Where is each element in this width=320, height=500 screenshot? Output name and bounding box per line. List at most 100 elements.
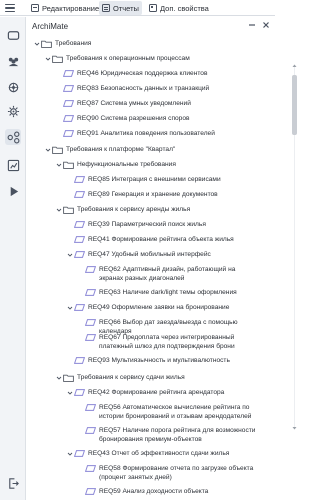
chevron-down-icon[interactable] — [66, 250, 74, 259]
tree-item-label: REQ46 Юридическая поддержка клиентов — [77, 70, 208, 77]
chart-edit-icon[interactable] — [5, 157, 21, 173]
requirement-icon — [63, 100, 74, 107]
tree-folder-item[interactable]: Требования к сервису аренды жилья — [27, 205, 269, 214]
folder-icon — [63, 374, 74, 382]
settings-icon[interactable] — [5, 103, 21, 119]
layers-icon[interactable] — [5, 79, 21, 95]
tree-item-label: REQ67 Предоплата через интегрированный п… — [99, 334, 235, 350]
tree-requirement-item[interactable]: REQ87 Система умных уведомлений — [27, 99, 269, 108]
tree-item-label: REQ91 Аналитика поведения пользователей — [77, 130, 215, 137]
requirement-icon — [74, 251, 85, 258]
tree-requirement-item[interactable]: REQ57 Наличие порога рейтинга для возмож… — [27, 426, 269, 444]
folder-icon — [52, 55, 63, 63]
tree-requirement-item[interactable]: REQ46 Юридическая поддержка клиентов — [27, 69, 269, 78]
tree-folder-item[interactable]: Требования к сервису сдачи жилья — [27, 373, 269, 382]
tree-requirement-item[interactable]: REQ93 Мультиязычность и мультивалютность — [27, 356, 269, 365]
additional-properties-button[interactable]: Доп. свойства — [146, 1, 212, 15]
tree-requirement-item[interactable]: REQ43 Отчет об эффективности сдачи жилья — [27, 449, 269, 458]
tree-requirement-item[interactable]: REQ62 Адаптивный дизайн, работающий на э… — [27, 265, 269, 283]
chevron-down-icon[interactable] — [66, 388, 74, 397]
tree-folder-item[interactable]: Требования к операционным процессам — [27, 54, 269, 63]
tree-requirement-item[interactable]: REQ41 Формирование рейтинга объекта жиль… — [27, 235, 269, 244]
tree-folder-item[interactable]: Нефункциональные требования — [27, 160, 269, 169]
tree-requirement-item[interactable]: REQ59 Анализ доходности объекта — [27, 487, 269, 496]
tree-requirement-item[interactable]: REQ56 Автоматическое вычисление рейтинга… — [27, 403, 269, 421]
close-panel-icon[interactable] — [261, 20, 271, 30]
tree-item-label: REQ63 Наличие dark/light темы оформления — [99, 289, 237, 296]
tree-item-label: REQ49 Оформление заявки на бронирование — [88, 304, 230, 311]
chevron-down-icon[interactable] — [66, 303, 74, 312]
tree-item-label: Нефункциональные требования — [77, 161, 176, 168]
tree-requirement-item[interactable]: REQ83 Безопасность данных и транзакций — [27, 84, 269, 93]
tree-folder-item[interactable]: Требования — [27, 39, 269, 48]
tree-folder-item[interactable]: Требования к платформе "Квартал" — [27, 145, 269, 154]
tree-item-label: REQ90 Система разрешения споров — [77, 115, 190, 122]
tree-requirement-item[interactable]: REQ47 Удобный мобильный интерфейс — [27, 250, 269, 259]
chevron-down-icon[interactable] — [33, 39, 41, 48]
reports-button[interactable]: Отчеты — [99, 1, 142, 15]
reports-icon — [102, 4, 110, 12]
tree-requirement-item[interactable]: REQ58 Формирование отчета по загрузке об… — [27, 464, 269, 482]
tree-item-label: Требования к платформе "Квартал" — [66, 146, 176, 153]
tree-requirement-item[interactable]: REQ89 Генерация и хранение документов — [27, 190, 269, 199]
tree-item-label: REQ47 Удобный мобильный интерфейс — [88, 251, 211, 258]
tree-item-label: REQ41 Формирование рейтинга объекта жиль… — [88, 236, 234, 243]
tree-requirement-item[interactable]: REQ42 Формирование рейтинга арендатора — [27, 388, 269, 397]
users-icon[interactable] — [5, 53, 21, 69]
model-tree: Требования Требования к операционным проц… — [27, 39, 269, 500]
logout-icon[interactable] — [5, 475, 21, 491]
tree-scrollbar[interactable] — [292, 64, 297, 430]
folder-icon — [63, 206, 74, 214]
requirement-icon — [74, 191, 85, 198]
tree-requirement-item[interactable]: REQ49 Оформление заявки на бронирование — [27, 303, 269, 312]
tree-item-label: REQ43 Отчет об эффективности сдачи жилья — [88, 450, 230, 457]
requirement-icon — [74, 357, 85, 364]
requirement-icon — [85, 404, 96, 411]
model-tree-icon[interactable] — [5, 129, 21, 145]
tree-requirement-item[interactable]: REQ63 Наличие dark/light темы оформления — [27, 288, 269, 297]
chevron-down-icon[interactable] — [44, 54, 52, 63]
chevron-down-icon[interactable] — [44, 145, 52, 154]
storage-icon[interactable] — [5, 27, 21, 43]
chevron-down-icon[interactable] — [55, 373, 63, 382]
requirement-icon — [85, 319, 96, 326]
edit-mode-button[interactable]: Редактирование — [28, 1, 102, 15]
collapse-panel-icon[interactable] — [247, 20, 257, 30]
chevron-down-icon[interactable] — [66, 449, 74, 458]
chevron-down-icon[interactable] — [55, 205, 63, 214]
tree-item-label: Требования к сервису сдачи жилья — [77, 374, 185, 381]
tree-requirement-item[interactable]: REQ85 Интеграция с внешними сервисами — [27, 175, 269, 184]
requirement-icon — [85, 465, 96, 472]
requirement-icon — [74, 389, 85, 396]
requirement-icon — [63, 115, 74, 122]
requirement-icon — [63, 85, 74, 92]
chevron-down-icon[interactable] — [55, 160, 63, 169]
tree-requirement-item[interactable]: REQ67 Предоплата через интегрированный п… — [27, 333, 269, 351]
requirement-icon — [74, 176, 85, 183]
hamburger-menu-icon[interactable] — [4, 2, 16, 14]
tree-requirement-item[interactable]: REQ39 Параметрический поиск жилья — [27, 220, 269, 229]
tree-item-label: Требования — [55, 40, 92, 47]
panel-title: ArchiMate — [32, 22, 69, 31]
requirement-icon — [63, 130, 74, 137]
tree-requirement-item[interactable]: REQ91 Аналитика поведения пользователей — [27, 129, 269, 138]
scrollbar-thumb[interactable] — [292, 75, 297, 135]
tree-requirement-item[interactable]: REQ90 Система разрешения споров — [27, 114, 269, 123]
tree-item-label: REQ85 Интеграция с внешними сервисами — [88, 176, 221, 183]
tree-item-label: REQ89 Генерация и хранение документов — [88, 191, 218, 198]
tree-item-label: REQ42 Формирование рейтинга арендатора — [88, 389, 225, 396]
tree-item-label: REQ39 Параметрический поиск жилья — [88, 221, 206, 228]
play-icon[interactable] — [5, 183, 21, 199]
